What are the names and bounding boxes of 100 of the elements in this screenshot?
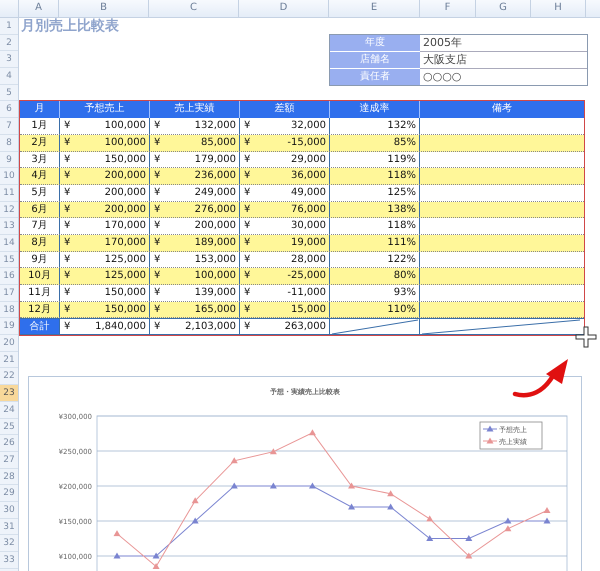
row-header[interactable]: 1 [0, 18, 18, 35]
amount-cell-text: -25,000 [287, 269, 326, 284]
currency-symbol: ¥ [64, 269, 70, 284]
row-header[interactable]: 19 [0, 318, 18, 336]
row-header[interactable]: 24 [0, 402, 18, 418]
currency-symbol: ¥ [64, 169, 70, 184]
row-header[interactable]: 20 [0, 335, 18, 352]
amount-cell-text: 100,000 [104, 119, 146, 134]
row-header[interactable]: 29 [0, 485, 18, 502]
amount-cell-text: 200,000 [104, 186, 146, 200]
column-header[interactable]: G [476, 0, 531, 17]
currency-symbol: ¥ [154, 152, 160, 166]
column-header[interactable]: C [149, 0, 239, 17]
row-header[interactable]: 21 [0, 352, 18, 368]
row-header[interactable]: 7 [0, 118, 18, 135]
amount-cell-text: 125,000 [104, 269, 146, 284]
triangle-marker [465, 552, 472, 559]
currency-symbol: ¥ [244, 302, 250, 317]
row-header[interactable]: 31 [0, 518, 18, 536]
amount-cell-text: 19,000 [291, 236, 326, 250]
column-header[interactable]: H [531, 0, 586, 17]
info-label: 店舗名 [330, 52, 420, 68]
legend-box [480, 422, 542, 450]
currency-symbol: ¥ [154, 286, 160, 300]
amount-cell-text: 200,000 [104, 169, 146, 184]
row-header[interactable]: 16 [0, 268, 18, 285]
legend-marker-icon [482, 438, 498, 444]
amount-cell-text: 170,000 [104, 219, 146, 234]
row-header[interactable]: 32 [0, 535, 18, 552]
row-header[interactable]: 17 [0, 285, 18, 302]
column-heading: 備考 [491, 102, 513, 116]
triangle-marker [114, 530, 120, 536]
row-header[interactable]: 33 [0, 552, 18, 569]
amount-cell-text: 132,000 [194, 119, 236, 134]
row-header[interactable]: 14 [0, 234, 18, 252]
row-header[interactable]: 15 [0, 252, 18, 268]
rate-cell: 85% [330, 134, 420, 150]
triangle-marker [426, 535, 434, 542]
amount-cell-text: 85,000 [201, 136, 236, 150]
amount-cell-text: 150,000 [104, 286, 146, 300]
month-cell: 4月 [20, 168, 60, 184]
triangle-marker [192, 518, 199, 524]
month-cell: 11月 [20, 285, 60, 301]
column-header[interactable]: A [19, 0, 59, 17]
row-header[interactable]: 30 [0, 502, 18, 519]
row-header[interactable]: 10 [0, 168, 18, 185]
row-header[interactable]: 12 [0, 202, 18, 218]
row-header[interactable]: 23 [0, 385, 18, 402]
row-header[interactable]: 13 [0, 218, 18, 235]
currency-symbol: ¥ [244, 269, 250, 284]
rate-cell: 125% [330, 184, 420, 201]
currency-symbol: ¥ [64, 202, 70, 217]
rate-cell: 138% [330, 202, 420, 218]
triangle-marker [348, 482, 356, 489]
currency-symbol: ¥ [64, 119, 70, 134]
row-header[interactable]: 28 [0, 468, 18, 486]
column-header[interactable]: D [239, 0, 329, 17]
row-header[interactable]: 26 [0, 435, 18, 452]
row-header[interactable]: 11 [0, 184, 18, 202]
amount-cell-text: 28,000 [291, 252, 326, 267]
amount-cell-text: 36,000 [291, 169, 326, 184]
month-cell: 2月 [20, 134, 60, 150]
triangle-marker [308, 429, 316, 436]
triangle-marker [230, 482, 238, 489]
row-header[interactable]: 5 [0, 84, 18, 102]
rate-cell: 118% [330, 218, 420, 234]
column-header[interactable]: B [59, 0, 149, 17]
column-header[interactable]: E [329, 0, 420, 17]
amount-cell-text: 263,000 [284, 320, 326, 334]
amount-cell-text: 2,103,000 [185, 320, 236, 334]
currency-symbol: ¥ [64, 236, 70, 250]
row-header[interactable]: 4 [0, 68, 18, 85]
currency-symbol: ¥ [154, 186, 160, 200]
triangle-marker [192, 497, 199, 504]
row-header[interactable]: 18 [0, 302, 18, 318]
row-header[interactable]: 2 [0, 34, 18, 52]
amount-cell-text: 200,000 [194, 219, 236, 234]
amount-cell-text: 165,000 [194, 302, 236, 317]
rate-cell: 80% [330, 268, 420, 284]
rate-cell: 119% [330, 152, 420, 168]
amount-cell-text: 32,000 [291, 119, 326, 134]
currency-symbol: ¥ [244, 136, 250, 150]
currency-symbol: ¥ [244, 186, 250, 200]
row-header[interactable]: 3 [0, 51, 18, 68]
triangle-marker [270, 482, 277, 489]
row-header[interactable]: 6 [0, 101, 18, 118]
currency-symbol: ¥ [244, 169, 250, 184]
triangle-marker [465, 535, 472, 542]
month-cell: 9月 [20, 252, 60, 268]
info-value: 大阪支店 [420, 51, 587, 68]
month-cell: 7月 [20, 218, 60, 234]
column-header[interactable]: F [420, 0, 476, 17]
rate-cell: 132% [330, 118, 420, 134]
currency-symbol: ¥ [154, 236, 160, 250]
row-header[interactable]: 25 [0, 418, 18, 436]
triangle-marker [544, 518, 550, 524]
row-header[interactable]: 9 [0, 152, 18, 168]
row-header[interactable]: 27 [0, 452, 18, 469]
row-header[interactable]: 8 [0, 134, 18, 152]
currency-symbol: ¥ [244, 202, 250, 217]
